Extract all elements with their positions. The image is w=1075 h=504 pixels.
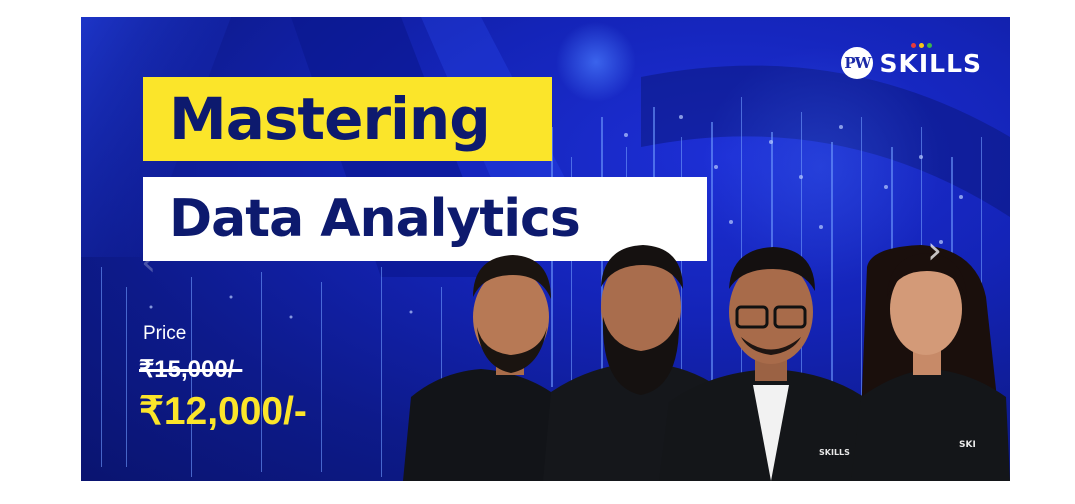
original-price: ₹15,000/- [139,356,243,383]
shirt-logo-4: SKI [959,440,976,450]
course-banner[interactable]: PW SKILLS Mastering Data Analytics SKILL… [81,17,1010,481]
instructor-4: SKI [851,245,1010,481]
shirt-logo-3: SKILLS [819,448,850,457]
chevron-right-icon[interactable]: › [927,231,942,269]
instructor-3: SKILLS [659,247,881,481]
price-label: Price [143,323,187,344]
instructor-1 [403,255,559,481]
discounted-price: ₹12,000/- [139,390,307,433]
chevron-left-icon[interactable]: ‹ [141,243,156,281]
